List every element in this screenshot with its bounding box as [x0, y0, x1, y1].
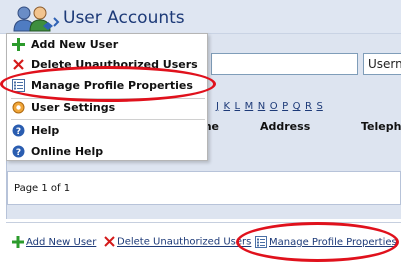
search-input[interactable] — [211, 53, 358, 75]
help-icon: ? — [12, 124, 25, 137]
users-icon[interactable] — [10, 4, 60, 32]
title-bar: User Accounts — [0, 0, 401, 34]
help-icon: ? — [12, 145, 25, 158]
manage-profile-properties-label: Manage Profile Properties — [269, 237, 397, 248]
profile-properties-icon — [12, 79, 25, 92]
svg-text:?: ? — [16, 127, 21, 137]
menu-item-label: Manage Profile Properties — [31, 79, 193, 92]
letter-j[interactable]: J — [216, 101, 219, 112]
menu-item-delete-unauthorized-users[interactable]: Delete Unauthorized Users — [7, 55, 207, 75]
delete-unauthorized-users-label: Delete Unauthorized Users — [117, 236, 252, 248]
column-header-telephone[interactable]: Telephone — [361, 120, 401, 133]
letter-k[interactable]: K — [223, 101, 230, 112]
divider — [6, 222, 401, 223]
letter-p[interactable]: P — [282, 101, 288, 112]
letter-n[interactable]: N — [258, 101, 265, 112]
bottom-actions: Add New User Delete Unauthorized Users M… — [0, 234, 401, 254]
add-icon — [12, 236, 24, 248]
add-icon — [12, 38, 25, 51]
letter-l[interactable]: L — [235, 101, 241, 112]
add-new-user-link[interactable]: Add New User — [12, 236, 96, 248]
delete-icon — [104, 236, 115, 247]
profile-properties-icon — [255, 236, 267, 248]
actions-menu: Add New User Delete Unauthorized Users M… — [6, 33, 208, 161]
letter-s[interactable]: S — [316, 101, 322, 112]
column-header-address[interactable]: Address — [260, 120, 310, 133]
menu-item-label: Help — [31, 124, 60, 137]
menu-item-label: Add New User — [31, 38, 119, 51]
page-title: User Accounts — [63, 8, 185, 28]
manage-profile-properties-link[interactable]: Manage Profile Properties — [255, 236, 397, 248]
letter-q[interactable]: Q — [293, 101, 301, 112]
delete-unauthorized-users-link[interactable]: Delete Unauthorized Users — [104, 236, 251, 248]
menu-item-add-new-user[interactable]: Add New User — [7, 35, 207, 55]
menu-separator — [11, 119, 205, 120]
menu-item-manage-profile-properties[interactable]: Manage Profile Properties — [7, 76, 207, 96]
add-new-user-label: Add New User — [26, 237, 97, 248]
letter-o[interactable]: O — [270, 101, 278, 112]
pager: Page 1 of 1 — [7, 171, 401, 205]
letter-r[interactable]: R — [305, 101, 312, 112]
pager-text: Page 1 of 1 — [14, 183, 71, 194]
menu-item-label: Delete Unauthorized Users — [31, 58, 198, 71]
letter-filter: JKLMNOPQRS — [216, 101, 327, 112]
menu-item-label: Online Help — [31, 145, 104, 158]
menu-item-online-help[interactable]: ? Online Help — [7, 142, 207, 162]
letter-m[interactable]: M — [245, 101, 254, 112]
search-field-select[interactable]: Userna — [363, 53, 401, 75]
menu-item-label: User Settings — [31, 101, 116, 114]
menu-item-help[interactable]: ? Help — [7, 121, 207, 141]
menu-item-user-settings[interactable]: User Settings — [7, 98, 207, 118]
delete-icon — [13, 59, 24, 70]
settings-icon — [12, 101, 25, 114]
svg-text:?: ? — [16, 148, 21, 158]
